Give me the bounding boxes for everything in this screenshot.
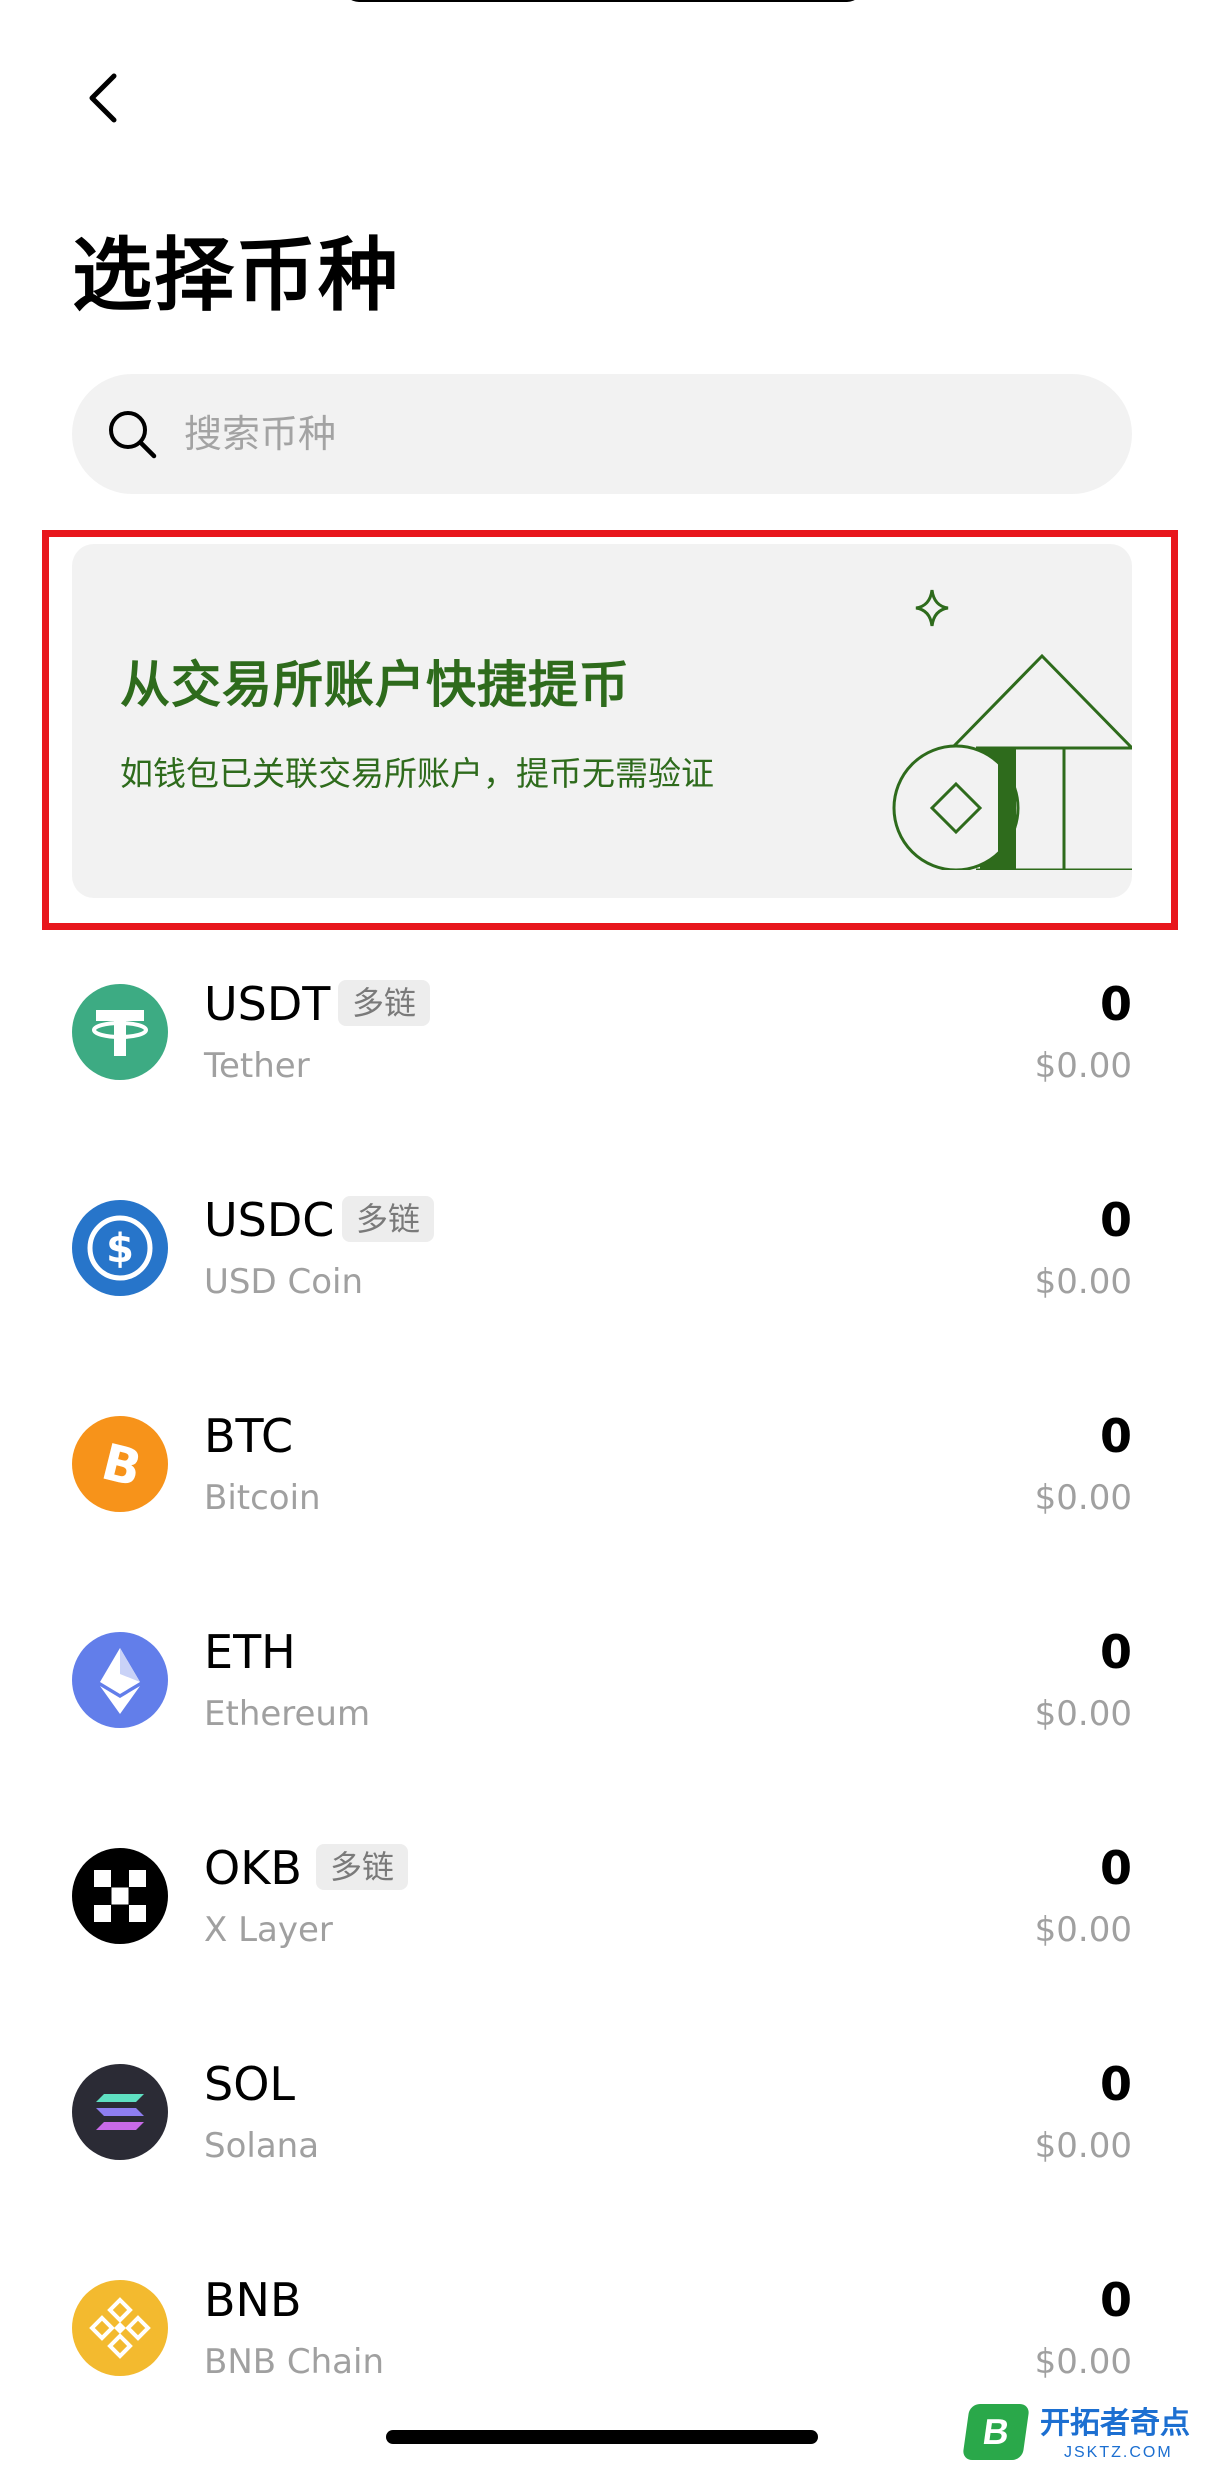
tether-icon bbox=[72, 984, 168, 1080]
bnb-icon bbox=[72, 2280, 168, 2376]
coin-balance: 0 bbox=[1099, 1841, 1132, 1895]
coin-symbol: BNB bbox=[204, 2273, 302, 2327]
okb-icon bbox=[72, 1848, 168, 1944]
svg-text:$: $ bbox=[106, 1226, 134, 1272]
coin-name: USD Coin bbox=[204, 1262, 363, 1302]
coin-name: Ethereum bbox=[204, 1694, 371, 1734]
usdc-icon: $ bbox=[72, 1200, 168, 1296]
coin-fiat-value: $0.00 bbox=[1034, 1262, 1132, 1302]
coin-name: BNB Chain bbox=[204, 2342, 385, 2382]
exchange-building-coin-illustration bbox=[892, 589, 1132, 870]
coin-symbol: USDC bbox=[204, 1193, 335, 1247]
coin-row-usdc[interactable]: $ USDC 多链 USD Coin 0 $0.00 bbox=[0, 1136, 1206, 1352]
coin-fiat-value: $0.00 bbox=[1034, 2126, 1132, 2166]
coin-name: Solana bbox=[204, 2126, 320, 2166]
back-button[interactable] bbox=[72, 66, 136, 130]
coin-name: X Layer bbox=[204, 1910, 333, 1950]
coin-balance: 0 bbox=[1099, 2057, 1132, 2111]
bitcoin-icon: B bbox=[72, 1416, 168, 1512]
coin-fiat-value: $0.00 bbox=[1034, 1910, 1132, 1950]
coin-balance: 0 bbox=[1099, 1625, 1132, 1679]
coin-balance: 0 bbox=[1099, 1193, 1132, 1247]
home-indicator bbox=[386, 2430, 818, 2444]
coin-symbol: ETH bbox=[204, 1625, 296, 1679]
coin-symbol: BTC bbox=[204, 1409, 294, 1463]
coin-name: Bitcoin bbox=[204, 1478, 321, 1518]
search-input[interactable] bbox=[184, 412, 1084, 456]
coin-row-okb[interactable]: OKB 多链 X Layer 0 $0.00 bbox=[0, 1784, 1206, 2000]
coin-row-eth[interactable]: ETH Ethereum 0 $0.00 bbox=[0, 1568, 1206, 1784]
multichain-tag: 多链 bbox=[338, 980, 431, 1026]
watermark-logo: B 开拓者奇点 JSKTZ.COM bbox=[960, 2404, 1200, 2468]
coin-name: Tether bbox=[204, 1046, 310, 1086]
coin-balance: 0 bbox=[1099, 1409, 1132, 1463]
coin-fiat-value: $0.00 bbox=[1034, 1046, 1132, 1086]
watermark-url: JSKTZ.COM bbox=[1064, 2444, 1173, 2461]
coin-symbol: OKB bbox=[204, 1841, 302, 1895]
coin-fiat-value: $0.00 bbox=[1034, 1478, 1132, 1518]
multichain-tag: 多链 bbox=[316, 1844, 409, 1890]
coin-fiat-value: $0.00 bbox=[1034, 2342, 1132, 2382]
coin-row-bnb[interactable]: BNB BNB Chain 0 $0.00 bbox=[0, 2216, 1206, 2432]
watermark-badge: B bbox=[962, 2404, 1030, 2460]
banner-subtitle: 如钱包已关联交易所账户，提币无需验证 bbox=[120, 754, 714, 793]
search-icon bbox=[104, 406, 160, 462]
coin-row-usdt[interactable]: USDT 多链 Tether 0 $0.00 bbox=[0, 920, 1206, 1136]
coin-balance: 0 bbox=[1099, 977, 1132, 1031]
multichain-tag: 多链 bbox=[342, 1196, 435, 1242]
ethereum-icon bbox=[72, 1632, 168, 1728]
search-bar[interactable] bbox=[72, 374, 1132, 494]
solana-icon bbox=[72, 2064, 168, 2160]
coin-fiat-value: $0.00 bbox=[1034, 1694, 1132, 1734]
coin-balance: 0 bbox=[1099, 2273, 1132, 2327]
coin-symbol: USDT bbox=[204, 977, 331, 1031]
coin-row-sol[interactable]: SOL Solana 0 $0.00 bbox=[0, 2000, 1206, 2216]
chevron-left-icon bbox=[89, 73, 117, 123]
page-title: 选择币种 bbox=[72, 229, 400, 322]
exchange-withdraw-banner[interactable]: 从交易所账户快捷提币 如钱包已关联交易所账户，提币无需验证 bbox=[72, 544, 1132, 898]
svg-text:B: B bbox=[96, 1433, 147, 1499]
device-notch bbox=[343, 0, 863, 2]
watermark-text: 开拓者奇点 bbox=[1040, 2406, 1190, 2441]
coin-list: USDT 多链 Tether 0 $0.00 $ USDC 多链 USD Coi… bbox=[0, 920, 1206, 2432]
coin-row-btc[interactable]: B BTC Bitcoin 0 $0.00 bbox=[0, 1352, 1206, 1568]
banner-title: 从交易所账户快捷提币 bbox=[120, 656, 630, 714]
coin-symbol: SOL bbox=[204, 2057, 296, 2111]
